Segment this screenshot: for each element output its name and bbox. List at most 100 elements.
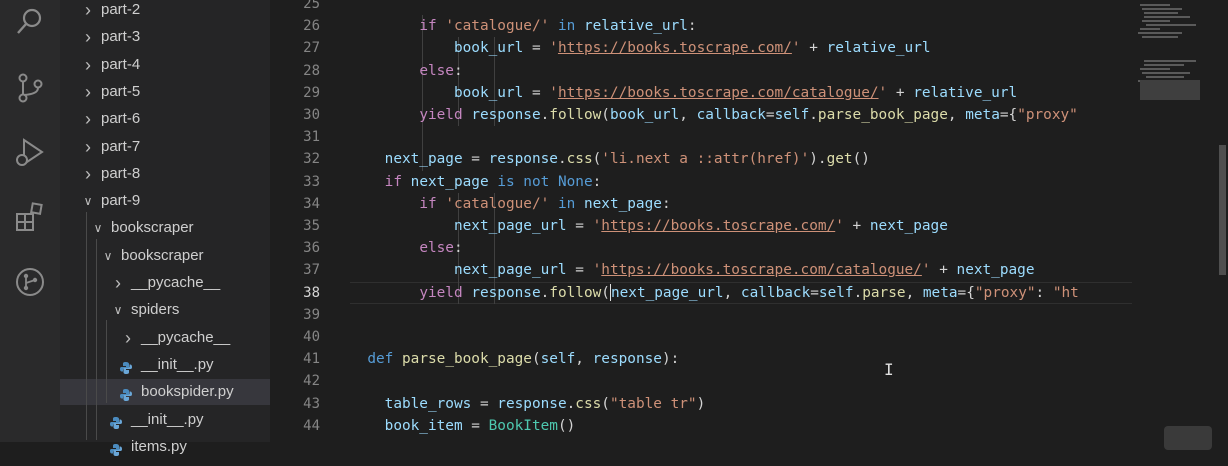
chevron-right-icon[interactable]: › bbox=[82, 79, 94, 105]
code-line[interactable]: if next_page is not None: bbox=[350, 171, 602, 193]
tree-file[interactable]: bookspider.py bbox=[60, 379, 270, 406]
tree-folder[interactable]: › part-3 bbox=[60, 24, 270, 50]
code-line[interactable]: yield response.follow(book_url, callback… bbox=[350, 104, 1078, 126]
tree-folder[interactable]: › part-7 bbox=[60, 134, 270, 160]
line-number: 29 bbox=[303, 84, 320, 101]
code-token: : bbox=[661, 195, 671, 212]
chevron-right-icon[interactable]: › bbox=[82, 52, 94, 78]
minimap-line bbox=[1138, 32, 1182, 34]
line-number: 33 bbox=[303, 173, 320, 190]
chevron-right-icon[interactable]: › bbox=[112, 270, 124, 296]
tree-item-label: __init__.py bbox=[131, 410, 204, 428]
tree-item-label: part-2 bbox=[101, 1, 141, 18]
tree-file[interactable]: items.py bbox=[60, 434, 270, 460]
code-token: follow bbox=[549, 284, 602, 301]
tree-folder[interactable]: › __pycache__ bbox=[60, 270, 270, 296]
code-token: = bbox=[523, 84, 550, 101]
minimap[interactable] bbox=[1132, 0, 1228, 442]
extensions-icon[interactable] bbox=[14, 201, 46, 233]
chevron-right-icon[interactable]: › bbox=[82, 106, 94, 132]
code-line[interactable]: book_item = BookItem() bbox=[350, 415, 576, 437]
code-token: book_item bbox=[384, 417, 463, 434]
code-line[interactable]: def parse_book_page(self, response): bbox=[350, 348, 679, 370]
tree-item-label: bookscraper bbox=[111, 219, 194, 237]
chevron-down-icon[interactable]: ∨ bbox=[102, 243, 114, 269]
tree-folder[interactable]: › __pycache__ bbox=[60, 325, 270, 351]
code-token: relative_url bbox=[913, 84, 1018, 101]
chevron-right-icon[interactable]: › bbox=[82, 161, 94, 187]
code-line[interactable]: else: bbox=[350, 237, 462, 259]
code-line[interactable]: book_url = 'https://books.toscrape.com/'… bbox=[350, 37, 931, 59]
chevron-right-icon[interactable]: › bbox=[82, 24, 94, 50]
chevron-right-icon[interactable]: › bbox=[82, 134, 94, 160]
source-control-icon[interactable] bbox=[14, 72, 46, 104]
remote-explorer-icon[interactable] bbox=[14, 266, 46, 298]
code-line[interactable]: yield response.follow(next_page_url, cal… bbox=[350, 282, 1079, 304]
code-line[interactable]: book_url = 'https://books.toscrape.com/c… bbox=[350, 82, 1017, 104]
scrollbar-thumb[interactable] bbox=[1219, 145, 1226, 275]
tree-folder[interactable]: › part-5 bbox=[60, 79, 270, 105]
code-line[interactable]: table_rows = response.css("table tr") bbox=[350, 393, 706, 415]
chevron-right-icon[interactable]: › bbox=[122, 325, 134, 351]
tree-folder[interactable]: ∨ part-9 bbox=[60, 188, 270, 214]
code-token: ' bbox=[549, 84, 558, 101]
minimap-line bbox=[1142, 20, 1170, 22]
terminal-icon[interactable] bbox=[1164, 426, 1212, 450]
tree-folder[interactable]: ∨ bookscraper bbox=[60, 243, 270, 269]
tree-file[interactable]: __init__.py bbox=[60, 352, 270, 378]
line-number: 38 bbox=[303, 284, 320, 301]
tree-folder[interactable]: › part-8 bbox=[60, 161, 270, 187]
chevron-down-icon[interactable]: ∨ bbox=[92, 215, 104, 241]
code-token: https://books.toscrape.com/catalogue/ bbox=[601, 262, 922, 279]
tree-file[interactable]: __init__.py bbox=[60, 407, 270, 433]
code-line[interactable]: if 'catalogue/' in next_page: bbox=[350, 193, 671, 215]
mouse-text-cursor: I bbox=[884, 360, 894, 379]
tree-folder[interactable]: › part-2 bbox=[60, 0, 270, 23]
tree-indent-guide bbox=[96, 239, 97, 440]
code-token: ( bbox=[601, 107, 610, 123]
tree-indent-guide bbox=[86, 212, 87, 440]
tree-folder[interactable]: › part-6 bbox=[60, 106, 270, 132]
code-line[interactable]: next_page = response.css('li.next a ::at… bbox=[350, 148, 870, 170]
code-token: ( bbox=[601, 284, 610, 301]
tree-folder[interactable]: ∨ bookscraper bbox=[60, 215, 270, 241]
run-debug-icon[interactable] bbox=[14, 136, 46, 168]
code-token: , bbox=[947, 107, 966, 123]
minimap-line bbox=[1140, 68, 1170, 70]
code-line[interactable]: if 'catalogue/' in relative_url: bbox=[350, 15, 696, 37]
minimap-viewport[interactable] bbox=[1140, 80, 1200, 100]
tree-indent-guide bbox=[106, 320, 107, 403]
tree-item-label: part-5 bbox=[101, 82, 141, 100]
code-line[interactable]: next_page_url = 'https://books.toscrape.… bbox=[350, 215, 948, 237]
tree-item-label: part-3 bbox=[101, 28, 141, 46]
code-token: "proxy" bbox=[1017, 107, 1078, 123]
tree-folder[interactable]: ∨ spiders bbox=[60, 297, 270, 323]
code-token: next_page bbox=[410, 173, 489, 190]
code-editor[interactable]: if 'catalogue/' in relative_url: book_ur… bbox=[350, 0, 1132, 442]
code-line[interactable]: else: bbox=[350, 60, 462, 82]
chevron-right-icon[interactable]: › bbox=[82, 0, 94, 23]
code-token: . bbox=[853, 284, 863, 301]
code-token: def bbox=[367, 351, 394, 368]
minimap-line bbox=[1146, 24, 1196, 26]
code-token: = bbox=[810, 284, 819, 301]
search-icon[interactable] bbox=[14, 6, 46, 38]
python-file-icon bbox=[109, 413, 123, 429]
code-token: parse bbox=[862, 284, 906, 301]
minimap-line bbox=[1142, 72, 1190, 74]
code-line[interactable]: next_page_url = 'https://books.toscrape.… bbox=[350, 259, 1035, 281]
code-token: = bbox=[523, 40, 550, 57]
tree-folder[interactable]: › part-4 bbox=[60, 52, 270, 78]
chevron-down-icon[interactable]: ∨ bbox=[112, 297, 124, 323]
code-token: next_page_url bbox=[453, 218, 567, 234]
code-token: book_url bbox=[609, 107, 680, 123]
code-token: ' bbox=[592, 262, 602, 279]
chevron-down-icon[interactable]: ∨ bbox=[82, 188, 94, 214]
line-number: 26 bbox=[303, 18, 320, 35]
